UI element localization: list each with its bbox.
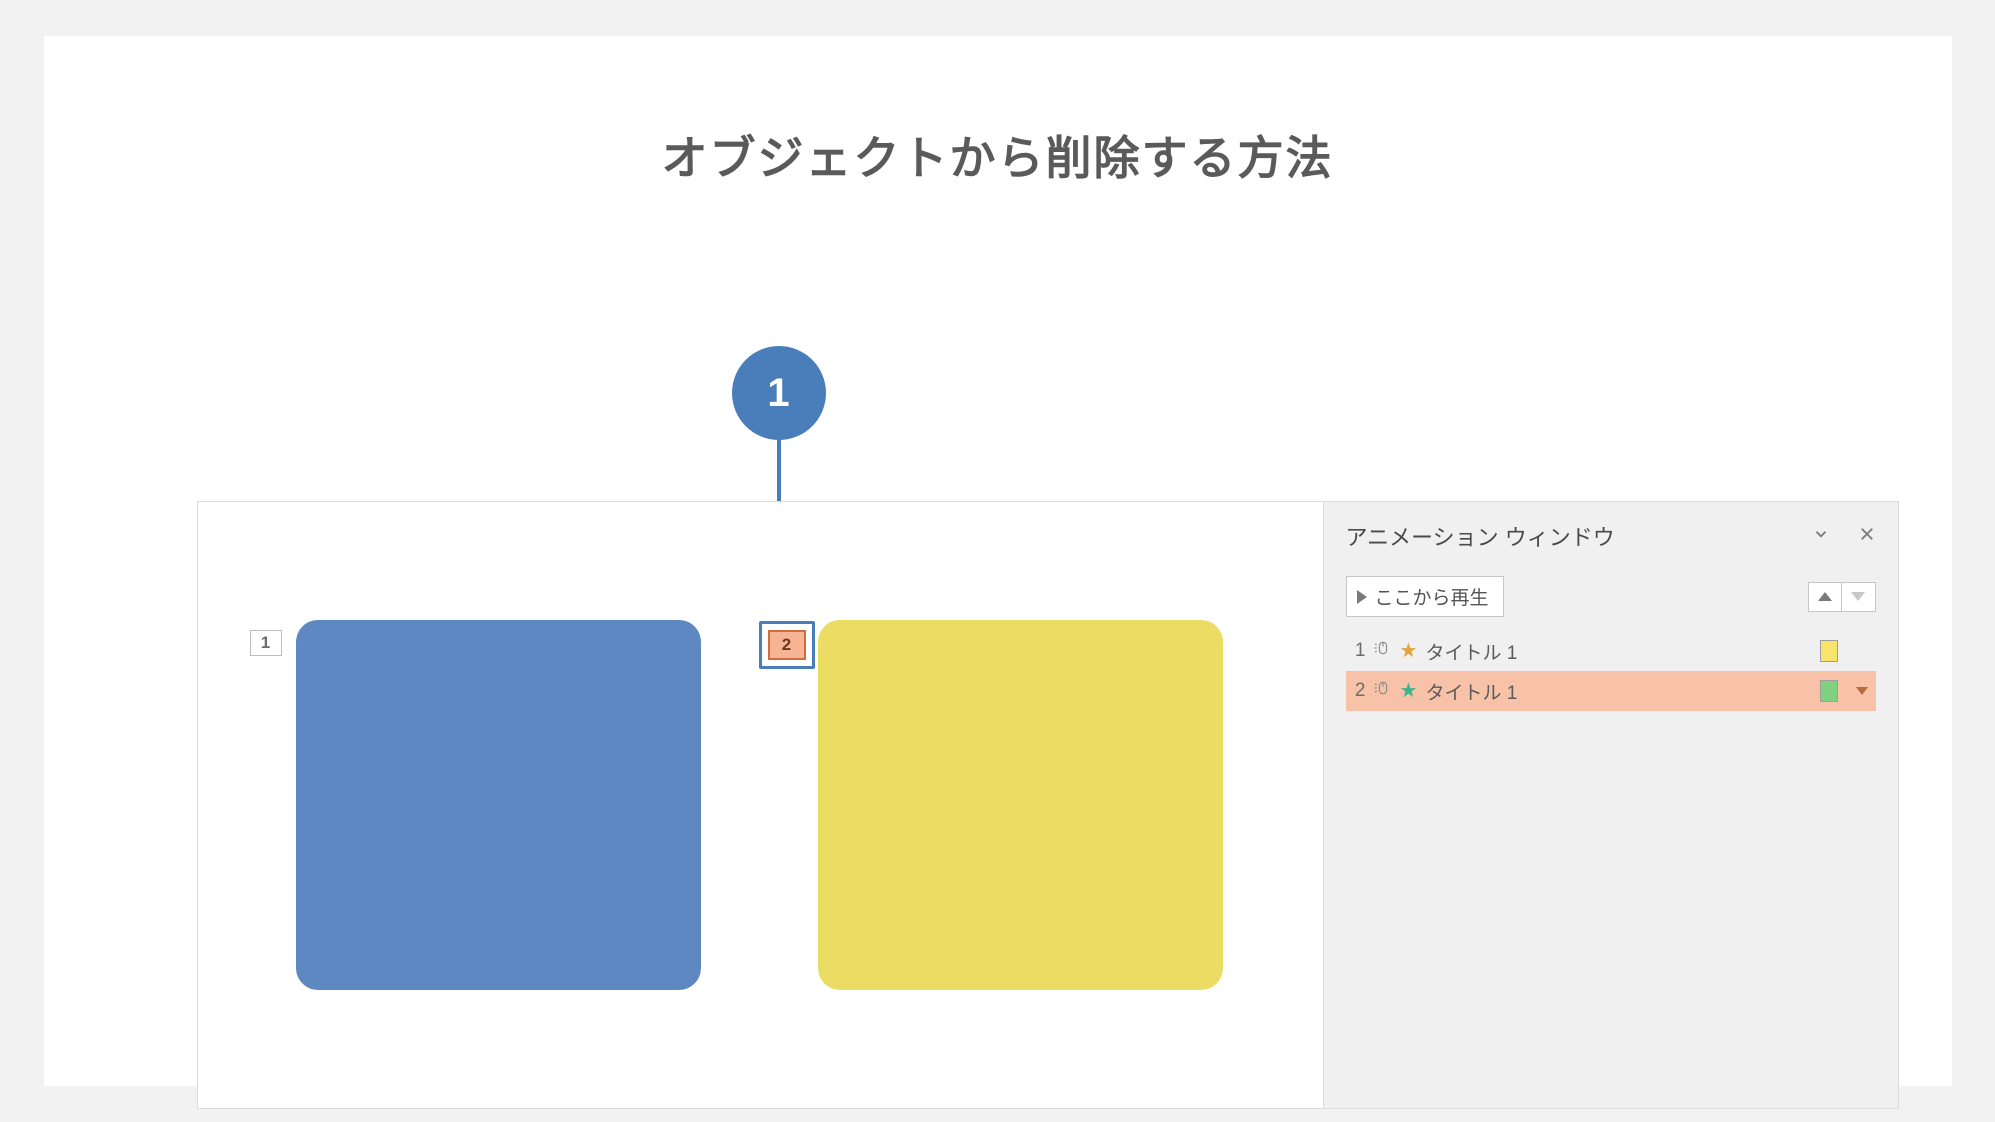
play-from-here-button[interactable]: ここから再生 bbox=[1346, 576, 1504, 617]
animation-item-number: 2 bbox=[1350, 680, 1366, 702]
effect-star-icon: ★ bbox=[1400, 641, 1418, 661]
animation-pane: アニメーション ウィンドウ ここから再生 bbox=[1323, 502, 1898, 1108]
play-label: ここから再生 bbox=[1375, 583, 1489, 610]
timing-bar bbox=[1820, 640, 1838, 662]
animation-order-tag-2[interactable]: 2 bbox=[768, 630, 806, 660]
animation-item-label: タイトル 1 bbox=[1425, 678, 1517, 705]
timing-bar bbox=[1820, 680, 1838, 702]
animation-pane-title: アニメーション ウィンドウ bbox=[1346, 520, 1615, 552]
mouse-click-icon bbox=[1374, 678, 1392, 704]
animation-order-tag-1[interactable]: 1 bbox=[250, 630, 282, 656]
effect-star-icon: ★ bbox=[1400, 681, 1418, 701]
tutorial-card: オブジェクトから削除する方法 1 1 2 アニメーション ウィンドウ bbox=[44, 36, 1952, 1086]
animation-item-number: 1 bbox=[1350, 640, 1366, 662]
animation-list-item[interactable]: 2 ★ タイトル 1 bbox=[1346, 671, 1876, 711]
collapse-icon[interactable] bbox=[1812, 525, 1830, 548]
move-up-button[interactable] bbox=[1808, 582, 1842, 612]
arrow-down-icon bbox=[1851, 592, 1865, 601]
animation-pane-header: アニメーション ウィンドウ bbox=[1346, 520, 1876, 552]
animation-item-label: タイトル 1 bbox=[1425, 638, 1517, 665]
close-icon[interactable] bbox=[1858, 525, 1876, 548]
play-icon bbox=[1357, 590, 1367, 604]
shape-blue-rect[interactable] bbox=[296, 620, 701, 990]
powerpoint-window: 1 2 アニメーション ウィンドウ bbox=[197, 501, 1899, 1109]
animation-list-item[interactable]: 1 ★ タイトル 1 bbox=[1346, 631, 1876, 671]
callout-step-number: 1 bbox=[767, 371, 789, 416]
shape-yellow-rect[interactable] bbox=[818, 620, 1223, 990]
item-dropdown-icon[interactable] bbox=[1856, 687, 1868, 695]
animation-list: 1 ★ タイトル 1 2 bbox=[1346, 631, 1876, 711]
page-title: オブジェクトから削除する方法 bbox=[44, 122, 1952, 188]
slide-canvas[interactable]: 1 2 bbox=[198, 502, 1323, 1108]
move-down-button[interactable] bbox=[1842, 582, 1876, 612]
callout-step-badge: 1 bbox=[732, 346, 826, 440]
reorder-buttons bbox=[1808, 582, 1876, 612]
arrow-up-icon bbox=[1818, 592, 1832, 601]
mouse-click-icon bbox=[1374, 638, 1392, 664]
